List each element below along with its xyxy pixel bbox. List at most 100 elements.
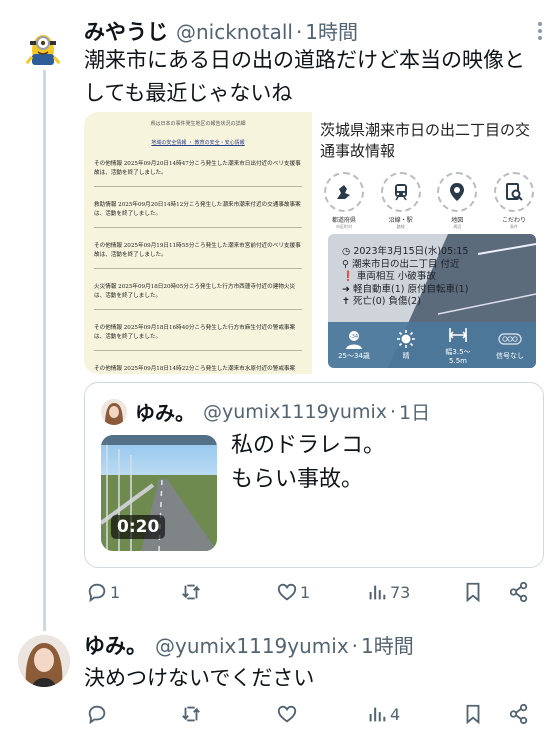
timestamp[interactable]: 1時間	[305, 16, 358, 45]
app-title: 茨城県潮来市日の出二丁目の交通事故情報	[320, 121, 531, 160]
share-button[interactable]	[508, 581, 530, 603]
quoted-tweet-header: ゆみ。 @yumix1119yumix · 1日	[101, 397, 430, 426]
quoted-tweet[interactable]: ゆみ。 @yumix1119yumix · 1日 0:20 私のドラレコ。 もら…	[84, 382, 544, 568]
heart-icon	[277, 583, 297, 601]
reply-count: 1	[110, 582, 121, 602]
accident-place: 潮来市日の出二丁目 付近	[351, 258, 460, 270]
age-icon: -34	[346, 331, 362, 349]
quoted-display-name[interactable]: ゆみ。	[135, 397, 195, 426]
analytics-icon	[369, 707, 386, 722]
condition-road-width: 幅3.5〜5.5m	[438, 325, 478, 365]
bookmark-button[interactable]	[462, 703, 484, 725]
condition-signal: 信号なし	[490, 329, 530, 361]
avatar-yumi[interactable]	[18, 635, 70, 687]
accident-parties: 軽自動車(1) 原付自転車(1)	[352, 283, 469, 295]
tweet-actions: 1 1 73	[84, 581, 540, 611]
reply-button[interactable]	[86, 703, 110, 725]
user-handle[interactable]: @nicknotall	[176, 20, 293, 44]
tweet-header: ゆみ。 @yumix1119yumix · 1時間	[84, 630, 414, 660]
map-prefecture-icon	[337, 185, 350, 199]
tweet-text: 決めつけないでください	[84, 666, 315, 690]
heart-icon	[277, 705, 297, 723]
share-button[interactable]	[508, 703, 530, 725]
road-width-icon	[448, 328, 468, 342]
timestamp[interactable]: 1時間	[361, 630, 414, 659]
condition-row: -34 25〜34歳 晴 幅3.5〜5.5m 信号なし	[328, 322, 536, 368]
accident-details: ◷ 2023年3月15日(水)05:15 ⚲ 潮来市日の出二丁目 付近 ❗ 車両…	[342, 246, 468, 309]
bookmark-button[interactable]	[462, 581, 484, 603]
map-pin-icon	[450, 183, 465, 201]
retweet-button[interactable]	[180, 581, 204, 603]
view-count: 4	[390, 704, 401, 724]
condition-weather: 晴	[386, 329, 426, 361]
separator-dot: ·	[295, 20, 303, 44]
accident-type: 車両相互 小破事故	[356, 271, 436, 282]
like-count: 1	[300, 582, 311, 602]
divider	[94, 309, 302, 310]
divider	[94, 268, 302, 269]
media-image-accident-app[interactable]: 茨城県潮来市日の出二丁目の交通事故情報 都道府県 市区町村 沿線・駅 路線 地図…	[312, 112, 544, 374]
share-icon	[509, 581, 528, 603]
doc-paragraph: 火災情報 2025年09月18日20時05分ころ発生した行方市西蓮寺付近の建物火…	[94, 284, 296, 299]
user-handle[interactable]: @yumix1119yumix	[155, 634, 349, 658]
display-name[interactable]: みやうじ	[84, 16, 168, 46]
search-doc-icon	[505, 183, 523, 201]
quoted-user-handle[interactable]: @yumix1119yumix	[203, 401, 387, 423]
thread-line	[43, 66, 46, 631]
category-map: 地図 周辺	[435, 172, 479, 230]
media-image-document[interactable]: 県は日本の事件発生地区の報告状況の詳細 地域の安全情報 ・ 教育の安全・安心情報…	[84, 112, 312, 374]
doc-links: 地域の安全情報 ・ 教育の安全・安心情報	[151, 140, 245, 146]
condition-age: -34 25〜34歳	[334, 329, 374, 361]
tweet-media-grid[interactable]: 県は日本の事件発生地区の報告状況の詳細 地域の安全情報 ・ 教育の安全・安心情報…	[84, 112, 544, 374]
alert-icon: ❗	[342, 271, 357, 282]
person-photo-icon	[101, 398, 127, 425]
tweet-header: みやうじ @nicknotall · 1時間	[84, 16, 358, 46]
video-duration: 0:20	[111, 515, 166, 539]
divider	[94, 186, 302, 187]
category-row: 都道府県 市区町村 沿線・駅 路線 地図 周辺 こだわり 条件	[320, 172, 538, 230]
svg-text:-34: -34	[350, 334, 358, 340]
separator-dot: ·	[390, 400, 397, 423]
accident-casualties: 死亡(0) 負傷(2)	[352, 296, 421, 307]
bookmark-icon	[466, 704, 480, 725]
display-name[interactable]: ゆみ。	[84, 630, 147, 660]
doc-paragraph: その他情報 2025年09月18日16時40分ころ発生した行方市麻生付近の警戒事…	[94, 325, 296, 340]
retweet-button[interactable]	[180, 703, 204, 725]
train-icon	[394, 184, 407, 201]
more-options-icon[interactable]	[538, 22, 544, 40]
avatar-miyauji[interactable]	[20, 24, 66, 70]
no-signal-icon	[498, 333, 522, 345]
car-icon: ➜	[342, 283, 353, 295]
retweet-icon	[182, 706, 200, 722]
video-thumbnail[interactable]: 0:20	[101, 435, 217, 551]
like-button[interactable]	[276, 703, 300, 725]
like-button[interactable]: 1	[276, 581, 310, 603]
doc-title: 県は日本の事件発生地区の報告状況の詳細	[150, 121, 246, 127]
doc-paragraph: その他情報 2025年09月19日11時55分ころ発生した潮来市宮前付近のベリ支…	[94, 243, 301, 258]
sun-icon	[397, 330, 415, 348]
tweet-actions: 4	[84, 703, 540, 733]
divider	[94, 227, 302, 228]
views-button[interactable]: 73	[366, 581, 410, 603]
retweet-icon	[182, 584, 200, 600]
doc-paragraph: その他情報 2025年09月20日14時47分ころ発生した潮来市日出付近のベリ支…	[94, 161, 301, 176]
doc-paragraph: 救助情報 2025年09月20日14時12分ころ発生した潮来市潮来付近の交通事故…	[94, 202, 301, 217]
quoted-avatar[interactable]	[101, 398, 127, 425]
reply-icon	[88, 705, 106, 725]
category-prefecture: 都道府県 市区町村	[322, 172, 366, 230]
accident-date: 2023年3月15日(水)05:15	[353, 246, 469, 257]
category-filter: こだわり 条件	[492, 172, 536, 230]
doc-paragraph: その他情報 2025年09月18日14時22分ころ発生した潮来市水原付近の警戒事…	[94, 366, 296, 372]
minion-avatar-icon	[20, 24, 66, 70]
separator-dot: ·	[351, 634, 359, 658]
reply-button[interactable]: 1	[86, 581, 120, 603]
quoted-timestamp[interactable]: 1日	[399, 398, 430, 425]
category-station: 沿線・駅 路線	[379, 172, 423, 230]
views-button[interactable]: 4	[366, 703, 400, 725]
bookmark-icon	[466, 582, 480, 603]
accident-info-card: ◷ 2023年3月15日(水)05:15 ⚲ 潮来市日の出二丁目 付近 ❗ 車両…	[328, 234, 536, 368]
share-icon	[509, 703, 528, 725]
pin-icon: ⚲	[342, 258, 352, 270]
reply-icon	[88, 583, 106, 603]
quoted-tweet-text: 私のドラレコ。 もらい事故。	[231, 433, 386, 492]
